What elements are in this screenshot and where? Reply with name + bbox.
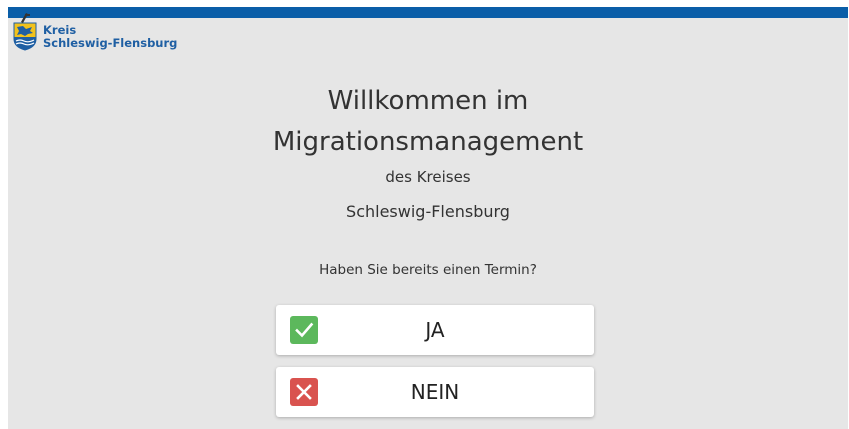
- no-button-label: NEIN: [410, 380, 460, 404]
- logo-line-2: Schleswig-Flensburg: [43, 36, 178, 50]
- subtitle-line-2: Schleswig-Flensburg: [346, 202, 510, 221]
- page-title-line-2: Migrationsmanagement: [272, 127, 584, 157]
- no-button[interactable]: NEIN: [276, 367, 594, 417]
- yes-button-label: JA: [425, 318, 445, 342]
- logo[interactable]: Kreis Schleswig-Flensburg: [12, 13, 177, 51]
- page-title-line-1: Willkommen im: [327, 86, 529, 116]
- app-frame: Kreis Schleswig-Flensburg Willkommen im …: [8, 7, 848, 429]
- logo-text: Kreis Schleswig-Flensburg: [43, 24, 177, 50]
- subtitle-line-1: des Kreises: [385, 168, 471, 186]
- coat-of-arms-icon: [12, 13, 38, 51]
- yes-button[interactable]: JA: [276, 305, 594, 355]
- appointment-question: Haben Sie bereits einen Termin?: [319, 262, 537, 278]
